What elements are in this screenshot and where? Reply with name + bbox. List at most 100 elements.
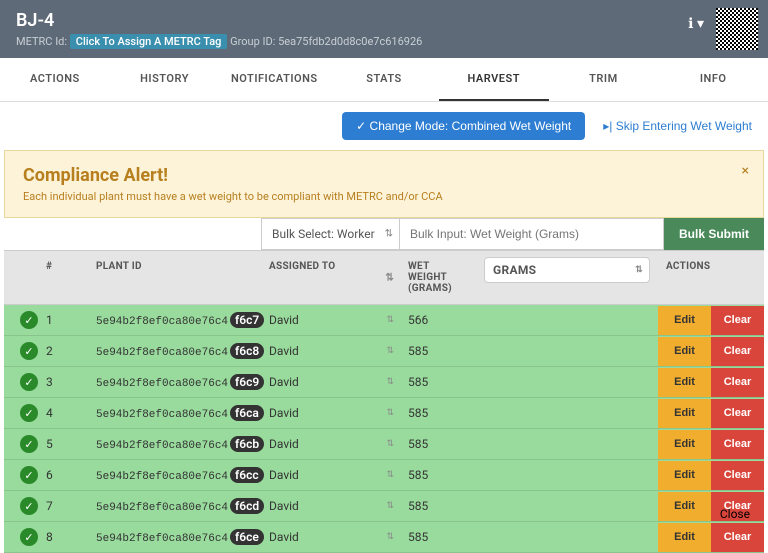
clear-button[interactable]: Clear xyxy=(711,430,764,459)
col-wet-weight[interactable]: WET WEIGHT (GRAMS) xyxy=(400,251,476,304)
table-row: ✓65e94b2f8ef0ca80e76c4f6ccDavid⇅585 EditC… xyxy=(4,460,764,491)
table-row: ✓85e94b2f8ef0ca80e76c4f6ceDavid⇅585EditC… xyxy=(4,522,764,553)
row-actions: EditClear xyxy=(658,430,764,459)
unit-select[interactable]: Grams⇅ xyxy=(484,257,650,283)
check-icon[interactable]: ✓ xyxy=(20,497,38,515)
assigned-to[interactable]: David⇅ xyxy=(261,493,400,519)
tab-info[interactable]: INFO xyxy=(658,58,768,101)
edit-button[interactable]: Edit xyxy=(658,306,711,335)
check-icon[interactable]: ✓ xyxy=(20,466,38,484)
table-row: ✓55e94b2f8ef0ca80e76c4f6cbDavid⇅585EditC… xyxy=(4,429,764,460)
group-label: Group ID: xyxy=(230,35,275,48)
assigned-to[interactable]: David⇅ xyxy=(261,462,400,488)
chevron-updown-icon: ⇅ xyxy=(386,377,394,387)
qr-code-icon[interactable] xyxy=(716,8,758,50)
row-number: 5 xyxy=(38,431,88,457)
skip-wet-weight-button[interactable]: ▸| Skip Entering Wet Weight xyxy=(603,119,752,133)
chevron-updown-icon: ⇅ xyxy=(386,532,394,542)
table-row: ✓15e94b2f8ef0ca80e76c4f6c7David⇅566 EditC… xyxy=(4,305,764,336)
clear-button[interactable]: Clear xyxy=(711,461,764,490)
tab-bar: ACTIONSHISTORYNOTIFICATIONSSTATSHARVESTT… xyxy=(0,58,768,102)
edit-button[interactable]: Edit xyxy=(658,399,711,428)
edit-button[interactable]: Edit xyxy=(658,368,711,397)
row-actions: EditClear xyxy=(658,368,764,397)
edit-button[interactable]: Edit xyxy=(658,430,711,459)
close-button[interactable]: Close xyxy=(702,499,768,529)
modal-header: BJ-4 METRC Id: Click To Assign A METRC T… xyxy=(0,0,768,58)
table-header: # PLANT ID ASSIGNED TO⇅ WET WEIGHT (GRAM… xyxy=(4,250,764,305)
header-meta: METRC Id: Click To Assign A METRC Tag Gr… xyxy=(16,35,752,48)
col-assigned-to[interactable]: ASSIGNED TO⇅ xyxy=(261,251,400,304)
wet-weight: 566 xyxy=(400,307,476,333)
info-dropdown-icon[interactable]: ℹ ▾ xyxy=(688,16,704,32)
row-actions: EditClear xyxy=(658,399,764,428)
alert-body: Each individual plant must have a wet we… xyxy=(23,190,745,203)
col-actions: ACTIONS xyxy=(658,251,764,304)
tab-actions[interactable]: ACTIONS xyxy=(0,58,110,101)
table-row: ✓25e94b2f8ef0ca80e76c4f6c8David⇅585EditC… xyxy=(4,336,764,367)
tab-trim[interactable]: TRIM xyxy=(549,58,659,101)
alert-close-icon[interactable]: × xyxy=(742,163,749,179)
plant-id: 5e94b2f8ef0ca80e76c4f6cb xyxy=(88,431,261,458)
check-icon[interactable]: ✓ xyxy=(20,528,38,546)
assigned-to[interactable]: David⇅ xyxy=(261,524,400,550)
clear-button[interactable]: Clear xyxy=(711,337,764,366)
row-number: 6 xyxy=(38,462,88,488)
row-number: 4 xyxy=(38,400,88,426)
assigned-to[interactable]: David⇅ xyxy=(261,369,400,395)
plant-id: 5e94b2f8ef0ca80e76c4f6cc xyxy=(88,462,261,489)
chevron-updown-icon: ⇅ xyxy=(386,346,394,356)
group-id: 5ea75fdb2d0d8c0e7c616926 xyxy=(278,35,422,48)
chevron-updown-icon: ⇅ xyxy=(385,229,393,240)
row-number: 1 xyxy=(38,307,88,333)
row-actions: EditClear xyxy=(658,337,764,366)
check-icon[interactable]: ✓ xyxy=(20,435,38,453)
table-row: ✓35e94b2f8ef0ca80e76c4f6c9David⇅585EditC… xyxy=(4,367,764,398)
plant-id: 5e94b2f8ef0ca80e76c4f6ca xyxy=(88,400,261,427)
chevron-updown-icon: ⇅ xyxy=(386,470,394,480)
row-number: 3 xyxy=(38,369,88,395)
wet-weight: 585 xyxy=(400,369,476,395)
check-icon[interactable]: ✓ xyxy=(20,373,38,391)
assigned-to[interactable]: David⇅ xyxy=(261,338,400,364)
change-mode-button[interactable]: ✓ Change Mode: Combined Wet Weight xyxy=(342,112,585,140)
tab-notifications[interactable]: NOTIFICATIONS xyxy=(219,58,329,101)
plant-id: 5e94b2f8ef0ca80e76c4f6c8 xyxy=(88,338,261,365)
tab-harvest[interactable]: HARVEST xyxy=(439,58,549,101)
wet-weight: 585 xyxy=(400,400,476,426)
alert-title: Compliance Alert! xyxy=(23,165,745,186)
harvest-table: Bulk Select: Worker⇅ Bulk Submit # PLANT… xyxy=(4,218,764,553)
bulk-submit-button[interactable]: Bulk Submit xyxy=(664,218,764,250)
metrc-label: METRC Id: xyxy=(16,35,67,48)
bulk-select-worker[interactable]: Bulk Select: Worker⇅ xyxy=(261,218,400,250)
assigned-to[interactable]: David⇅ xyxy=(261,400,400,426)
edit-button[interactable]: Edit xyxy=(658,461,711,490)
wet-weight: 585 xyxy=(400,524,476,550)
row-number: 2 xyxy=(38,338,88,364)
row-actions: EditClear xyxy=(658,306,764,335)
table-row: ✓75e94b2f8ef0ca80e76c4f6cdDavid⇅585EditC… xyxy=(4,491,764,522)
edit-button[interactable]: Edit xyxy=(658,337,711,366)
wet-weight: 585 xyxy=(400,462,476,488)
tab-history[interactable]: HISTORY xyxy=(110,58,220,101)
clear-button[interactable]: Clear xyxy=(711,368,764,397)
row-number: 8 xyxy=(38,524,88,550)
wet-weight: 585 xyxy=(400,493,476,519)
clear-button[interactable]: Clear xyxy=(711,399,764,428)
table-row: ✓45e94b2f8ef0ca80e76c4f6caDavid⇅585 EditC… xyxy=(4,398,764,429)
col-unit: Grams⇅ xyxy=(476,251,658,304)
assign-metrc-button[interactable]: Click To Assign A METRC Tag xyxy=(70,34,228,49)
assigned-to[interactable]: David⇅ xyxy=(261,431,400,457)
check-icon[interactable]: ✓ xyxy=(20,311,38,329)
assigned-to[interactable]: David⇅ xyxy=(261,307,400,333)
chevron-updown-icon: ⇅ xyxy=(386,439,394,449)
plant-id: 5e94b2f8ef0ca80e76c4f6c7 xyxy=(88,307,261,334)
col-plant-id[interactable]: PLANT ID xyxy=(88,251,261,304)
check-icon[interactable]: ✓ xyxy=(20,404,38,422)
check-icon[interactable]: ✓ xyxy=(20,342,38,360)
bulk-input-weight[interactable] xyxy=(400,218,664,250)
row-actions: EditClear xyxy=(658,461,764,490)
page-title: BJ-4 xyxy=(16,10,752,31)
clear-button[interactable]: Clear xyxy=(711,306,764,335)
tab-stats[interactable]: STATS xyxy=(329,58,439,101)
